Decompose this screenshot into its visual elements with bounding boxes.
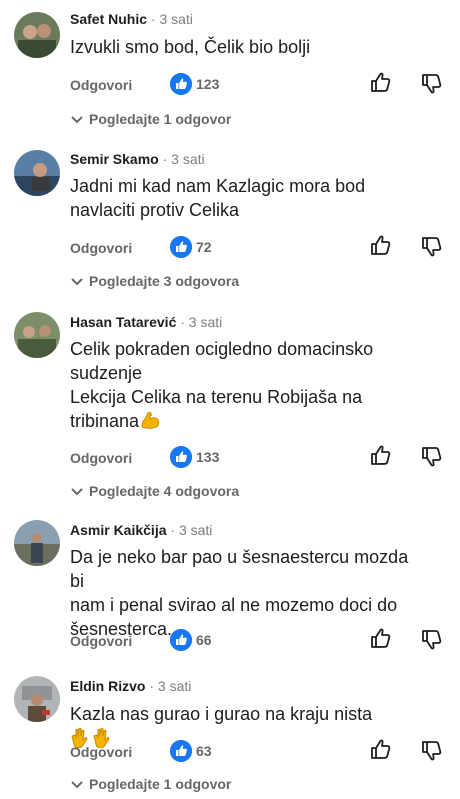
- chevron-down-icon: [70, 115, 84, 125]
- thumbs-up-icon: [170, 236, 192, 258]
- thumbs-down-outline-icon[interactable]: [420, 234, 444, 258]
- author-name[interactable]: Eldin Rizvo: [70, 678, 145, 694]
- comment-header: Safet Nuhic · 3 sati: [70, 11, 193, 27]
- comment-actions: Odgovori 123: [0, 71, 460, 101]
- thumbs-up-outline-icon[interactable]: [369, 234, 393, 258]
- comment-header: Asmir Kaikčija · 3 sati: [70, 522, 212, 538]
- thumbs-up-outline-icon[interactable]: [369, 738, 393, 762]
- comment-text-line-with-emoji: tribinana: [70, 409, 415, 436]
- reply-button[interactable]: Odgovori: [70, 744, 132, 760]
- comment-text-line: sudzenje: [70, 363, 143, 383]
- timestamp: · 3 sati: [150, 11, 193, 27]
- thumbs-up-outline-icon[interactable]: [369, 627, 393, 651]
- timestamp: · 3 sati: [162, 151, 205, 167]
- timestamp: · 3 sati: [180, 314, 223, 330]
- thumbs-up-icon: [170, 73, 192, 95]
- avatar[interactable]: [14, 676, 60, 722]
- like-count: 63: [196, 743, 212, 759]
- author-name[interactable]: Semir Skamo: [70, 151, 159, 167]
- view-replies-label: Pogledajte 1 odgovor: [89, 776, 232, 792]
- comment-header: Eldin Rizvo · 3 sati: [70, 678, 191, 694]
- like-count: 66: [196, 632, 212, 648]
- like-count: 133: [196, 449, 220, 465]
- avatar[interactable]: [14, 520, 60, 566]
- comment-text: Jadni mi kad nam Kazlagic mora bod navla…: [70, 174, 415, 222]
- thumbs-down-outline-icon[interactable]: [420, 738, 444, 762]
- like-count: 123: [196, 76, 220, 92]
- comment-actions: Odgovori 133: [0, 444, 460, 474]
- timestamp: · 3 sati: [170, 522, 213, 538]
- thumbs-up-icon: [170, 629, 192, 651]
- comment-text-line: Kazla nas gurao i gurao na kraju nista: [70, 704, 373, 724]
- flexed-biceps-icon: [139, 410, 161, 436]
- comment-text-line: Lekcija Celika na terenu Robijaša na: [70, 387, 363, 407]
- thumbs-up-outline-icon[interactable]: [369, 444, 393, 468]
- chevron-down-icon: [70, 487, 84, 497]
- reply-button[interactable]: Odgovori: [70, 633, 132, 649]
- comment-text-line: nam i penal svirao al ne mozemo doci do: [70, 595, 398, 615]
- avatar-photo: [14, 676, 60, 722]
- view-replies-button[interactable]: Pogledajte 4 odgovora: [70, 483, 239, 499]
- view-replies-label: Pogledajte 4 odgovora: [89, 483, 240, 499]
- comment-text-line: navlaciti protiv Celika: [70, 200, 240, 220]
- thumbs-down-outline-icon[interactable]: [420, 627, 444, 651]
- author-name[interactable]: Hasan Tatarević: [70, 314, 176, 330]
- avatar-photo: [14, 312, 60, 358]
- view-replies-button[interactable]: Pogledajte 1 odgovor: [70, 111, 231, 127]
- avatar[interactable]: [14, 12, 60, 58]
- comment-actions: Odgovori 63: [0, 738, 460, 768]
- avatar-photo: [14, 12, 60, 58]
- view-replies-label: Pogledajte 1 odgovor: [89, 111, 232, 127]
- reply-button[interactable]: Odgovori: [70, 450, 132, 466]
- comment-text-line: Jadni mi kad nam Kazlagic mora bod: [70, 176, 366, 196]
- comment-text: Izvukli smo bod, Čelik bio bolji: [70, 35, 415, 59]
- comment-header: Semir Skamo · 3 sati: [70, 151, 205, 167]
- like-count: 72: [196, 239, 212, 255]
- view-replies-label: Pogledajte 3 odgovora: [89, 273, 240, 289]
- thumbs-down-outline-icon[interactable]: [420, 71, 444, 95]
- thumbs-down-outline-icon[interactable]: [420, 444, 444, 468]
- avatar[interactable]: [14, 150, 60, 196]
- avatar-photo: [14, 520, 60, 566]
- view-replies-button[interactable]: Pogledajte 3 odgovora: [70, 273, 239, 289]
- view-replies-button[interactable]: Pogledajte 1 odgovor: [70, 776, 231, 792]
- thumbs-up-outline-icon[interactable]: [369, 71, 393, 95]
- reply-button[interactable]: Odgovori: [70, 240, 132, 256]
- chevron-down-icon: [70, 780, 84, 790]
- comment-text-line: tribinana: [70, 411, 140, 431]
- thumbs-up-icon: [170, 740, 192, 762]
- comment-text-line: Izvukli smo bod, Čelik bio bolji: [70, 37, 311, 57]
- timestamp: · 3 sati: [149, 678, 192, 694]
- comment-text-line: Da je neko bar pao u šesnaestercu mozda …: [70, 547, 409, 591]
- avatar[interactable]: [14, 312, 60, 358]
- chevron-down-icon: [70, 277, 84, 287]
- comment-text-line: Celik pokraden ocigledno domacinsko: [70, 339, 374, 359]
- comment-text: Celik pokraden ocigledno domacinsko sudz…: [70, 337, 415, 436]
- author-name[interactable]: Asmir Kaikčija: [70, 522, 167, 538]
- author-name[interactable]: Safet Nuhic: [70, 11, 147, 27]
- reply-button[interactable]: Odgovori: [70, 77, 132, 93]
- comment-header: Hasan Tatarević · 3 sati: [70, 314, 222, 330]
- avatar-photo: [14, 150, 60, 196]
- thumbs-up-icon: [170, 446, 192, 468]
- comment-actions: Odgovori 66: [0, 627, 460, 657]
- comment-actions: Odgovori 72: [0, 234, 460, 264]
